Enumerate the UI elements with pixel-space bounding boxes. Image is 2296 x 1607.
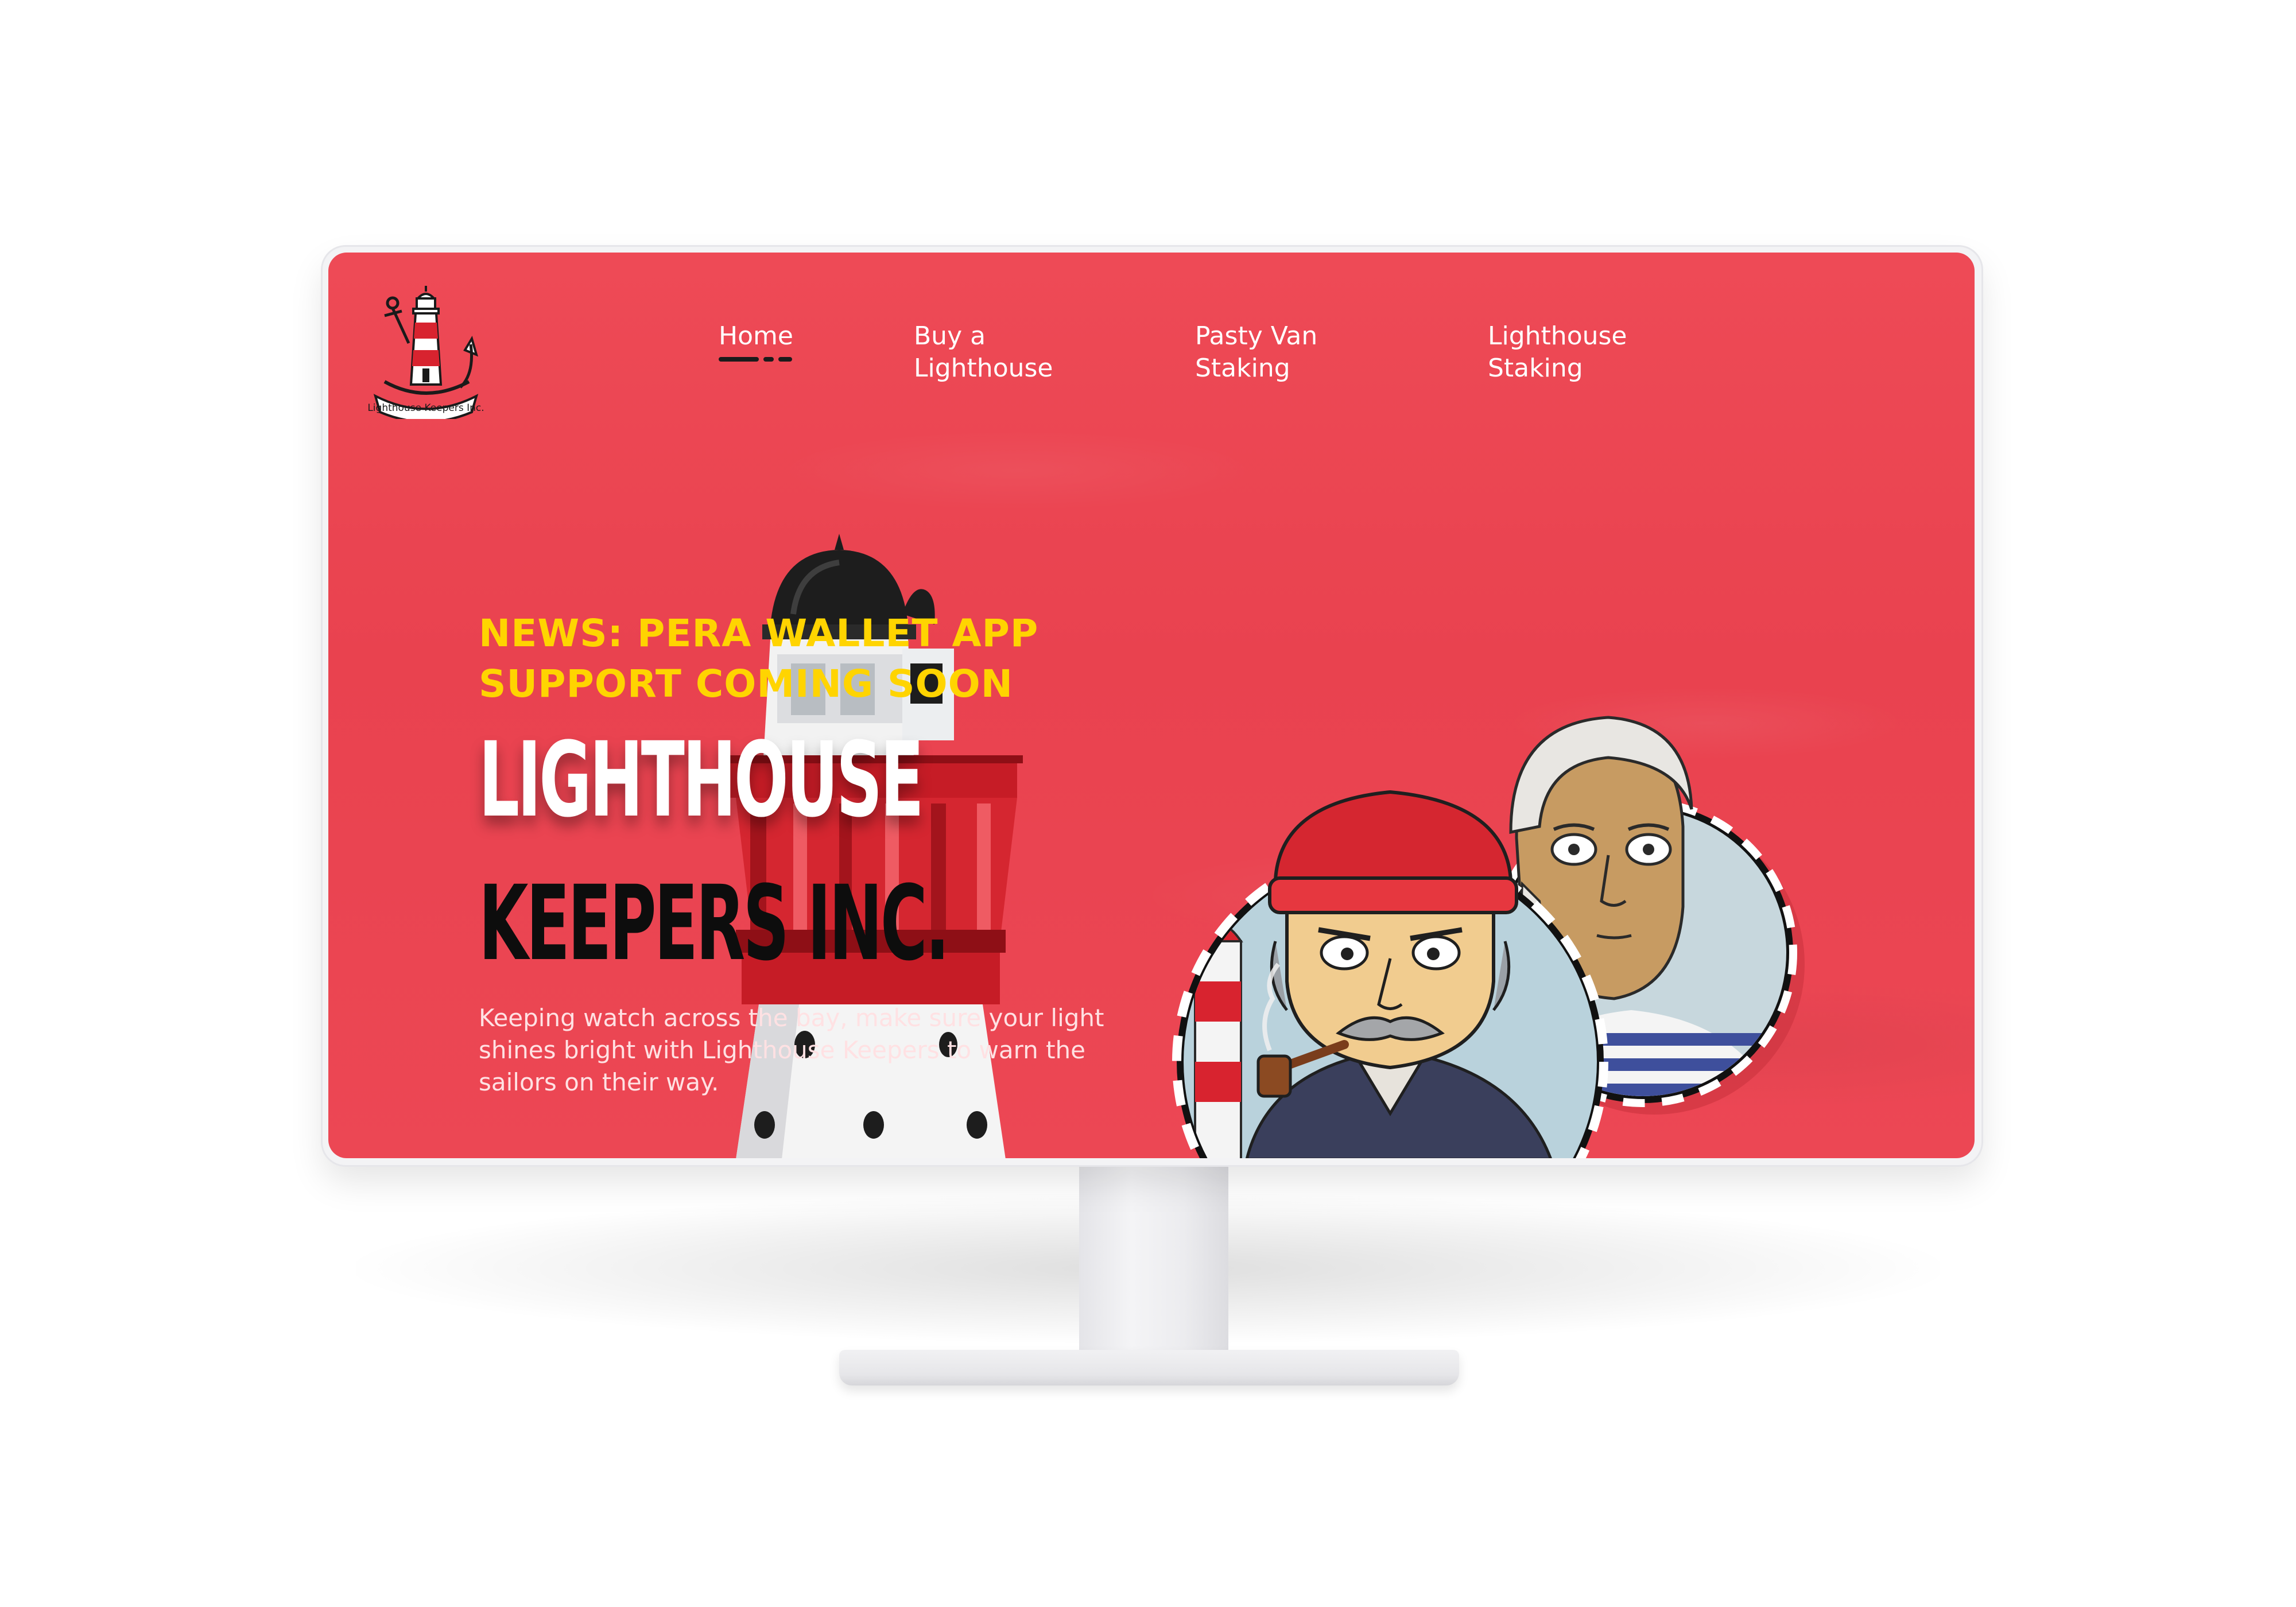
news-banner: NEWS: PERA WALLET APP SUPPORT COMING SOO… <box>479 611 1039 706</box>
nav-active-indicator <box>719 357 792 362</box>
nav-home[interactable]: Home <box>719 320 793 352</box>
nav-pasty-van-staking[interactable]: Pasty Van Staking <box>1195 320 1379 385</box>
nav-lighthouse-staking[interactable]: Lighthouse Staking <box>1488 320 1671 385</box>
keeper-avatars <box>1172 716 1805 1158</box>
hero-title-line2: KEEPERS INC. <box>479 864 949 984</box>
hero-title-line1: LIGHTHOUSE <box>479 720 924 840</box>
lighthouse-keepers-logo[interactable]: Lighthouse Keepers Inc. <box>369 281 483 419</box>
nav-buy-a-lighthouse[interactable]: Buy a Lighthouse <box>914 320 1097 385</box>
monitor-stand-neck <box>1079 1165 1228 1372</box>
hero-subtitle: Keeping watch across the bay, make sure … <box>479 1004 1104 1096</box>
monitor-stand-base <box>839 1350 1459 1385</box>
logo-ribbon-text: Lighthouse Keepers Inc. <box>369 402 483 414</box>
website-screen: Lighthouse Keepers Inc. Home Buy a Light… <box>328 253 1975 1158</box>
